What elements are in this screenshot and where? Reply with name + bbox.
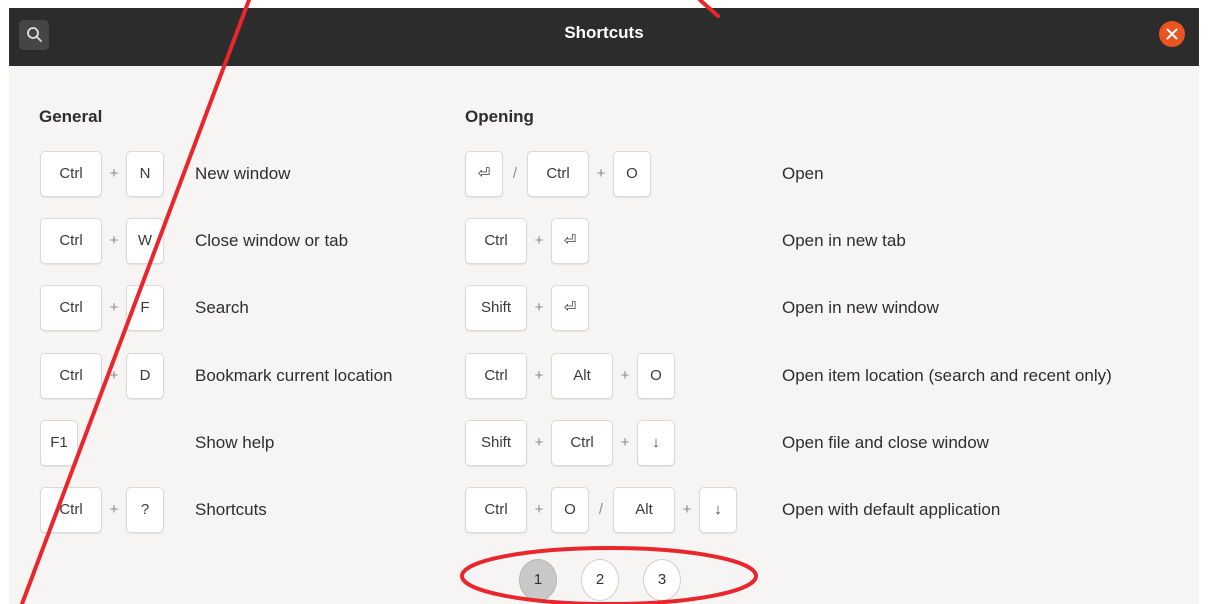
keycap: Ctrl xyxy=(40,151,102,197)
page-button-1[interactable]: 1 xyxy=(519,559,557,601)
close-button[interactable] xyxy=(1159,21,1185,47)
keycap: Ctrl xyxy=(551,420,613,466)
keycap: O xyxy=(551,487,589,533)
shortcut-description: Shortcuts xyxy=(195,500,267,519)
key-plus-separator: + xyxy=(620,367,630,384)
keycap: W xyxy=(126,218,164,264)
page-button-3[interactable]: 3 xyxy=(643,559,681,601)
page-button-2[interactable]: 2 xyxy=(581,559,619,601)
shortcut-description: Open file and close window xyxy=(782,433,989,452)
key-plus-separator: + xyxy=(109,232,119,249)
key-plus-separator: + xyxy=(109,299,119,316)
shortcut-description: Close window or tab xyxy=(195,231,349,250)
keycap: F1 xyxy=(40,420,78,466)
keycap: N xyxy=(126,151,164,197)
keycap: Shift xyxy=(465,420,527,466)
keycap: ⏎ xyxy=(465,151,503,197)
shortcut-row: Ctrl + ⏎ Open in new tab xyxy=(465,218,1199,264)
key-plus-separator: + xyxy=(109,367,119,384)
key-plus-separator: + xyxy=(534,501,544,518)
key-or-separator: / xyxy=(598,501,604,518)
shortcut-description: New window xyxy=(195,164,291,183)
keycap: ↓ xyxy=(699,487,737,533)
key-plus-separator: + xyxy=(534,367,544,384)
shortcut-row: ⏎ / Ctrl + O Open xyxy=(465,151,1199,197)
keycap: D xyxy=(126,353,164,399)
shortcut-description: Bookmark current location xyxy=(195,366,393,385)
shortcut-description: Show help xyxy=(195,433,275,452)
key-or-separator: / xyxy=(512,165,518,182)
shortcut-row: Shift + Ctrl + ↓ Open file and close window xyxy=(465,420,1199,466)
close-icon xyxy=(1166,28,1178,40)
keycap: Alt xyxy=(551,353,613,399)
keycap: Ctrl xyxy=(465,353,527,399)
keycap: Shift xyxy=(465,285,527,331)
section-title-opening: Opening xyxy=(465,107,534,126)
keycap: Ctrl xyxy=(40,218,102,264)
key-plus-separator: + xyxy=(682,501,692,518)
window-title: Shortcuts xyxy=(564,23,644,42)
keycap: Ctrl xyxy=(40,285,102,331)
shortcut-row: Ctrl + Alt + O Open item location (search and… xyxy=(465,353,1199,399)
key-plus-separator: + xyxy=(109,165,119,182)
shortcut-description: Open xyxy=(782,164,824,183)
section-title-general: General xyxy=(39,107,103,126)
key-plus-separator: + xyxy=(620,434,630,451)
shortcut-description: Open in new tab xyxy=(782,231,906,250)
key-plus-separator: + xyxy=(109,501,119,518)
shortcut-row: Shift + ⏎ Open in new window xyxy=(465,285,1199,331)
keycap: O xyxy=(613,151,651,197)
shortcuts-window: Shortcuts General Opening Ctrl + N New wind… xyxy=(9,8,1199,604)
keycap: Ctrl xyxy=(465,218,527,264)
keycap: Ctrl xyxy=(40,353,102,399)
keycap: ⏎ xyxy=(551,285,589,331)
shortcut-description: Open item location (search and recent on… xyxy=(782,366,1112,385)
keycap: ⏎ xyxy=(551,218,589,264)
shortcut-description: Open with default application xyxy=(782,500,1001,519)
shortcut-row: Ctrl + O / Alt + ↓ Open with default applicatio… xyxy=(465,487,1199,533)
keycap: Alt xyxy=(613,487,675,533)
shortcut-description: Open in new window xyxy=(782,298,939,317)
keycap: O xyxy=(637,353,675,399)
page-switcher: 123 xyxy=(519,559,699,603)
key-plus-separator: + xyxy=(596,165,606,182)
keycap: ↓ xyxy=(637,420,675,466)
keycap: F xyxy=(126,285,164,331)
shortcut-description: Search xyxy=(195,298,249,317)
key-plus-separator: + xyxy=(534,434,544,451)
keycap: Ctrl xyxy=(465,487,527,533)
key-plus-separator: + xyxy=(534,299,544,316)
title-bar: Shortcuts xyxy=(9,8,1199,66)
key-plus-separator: + xyxy=(534,232,544,249)
keycap: ? xyxy=(126,487,164,533)
keycap: Ctrl xyxy=(40,487,102,533)
keycap: Ctrl xyxy=(527,151,589,197)
